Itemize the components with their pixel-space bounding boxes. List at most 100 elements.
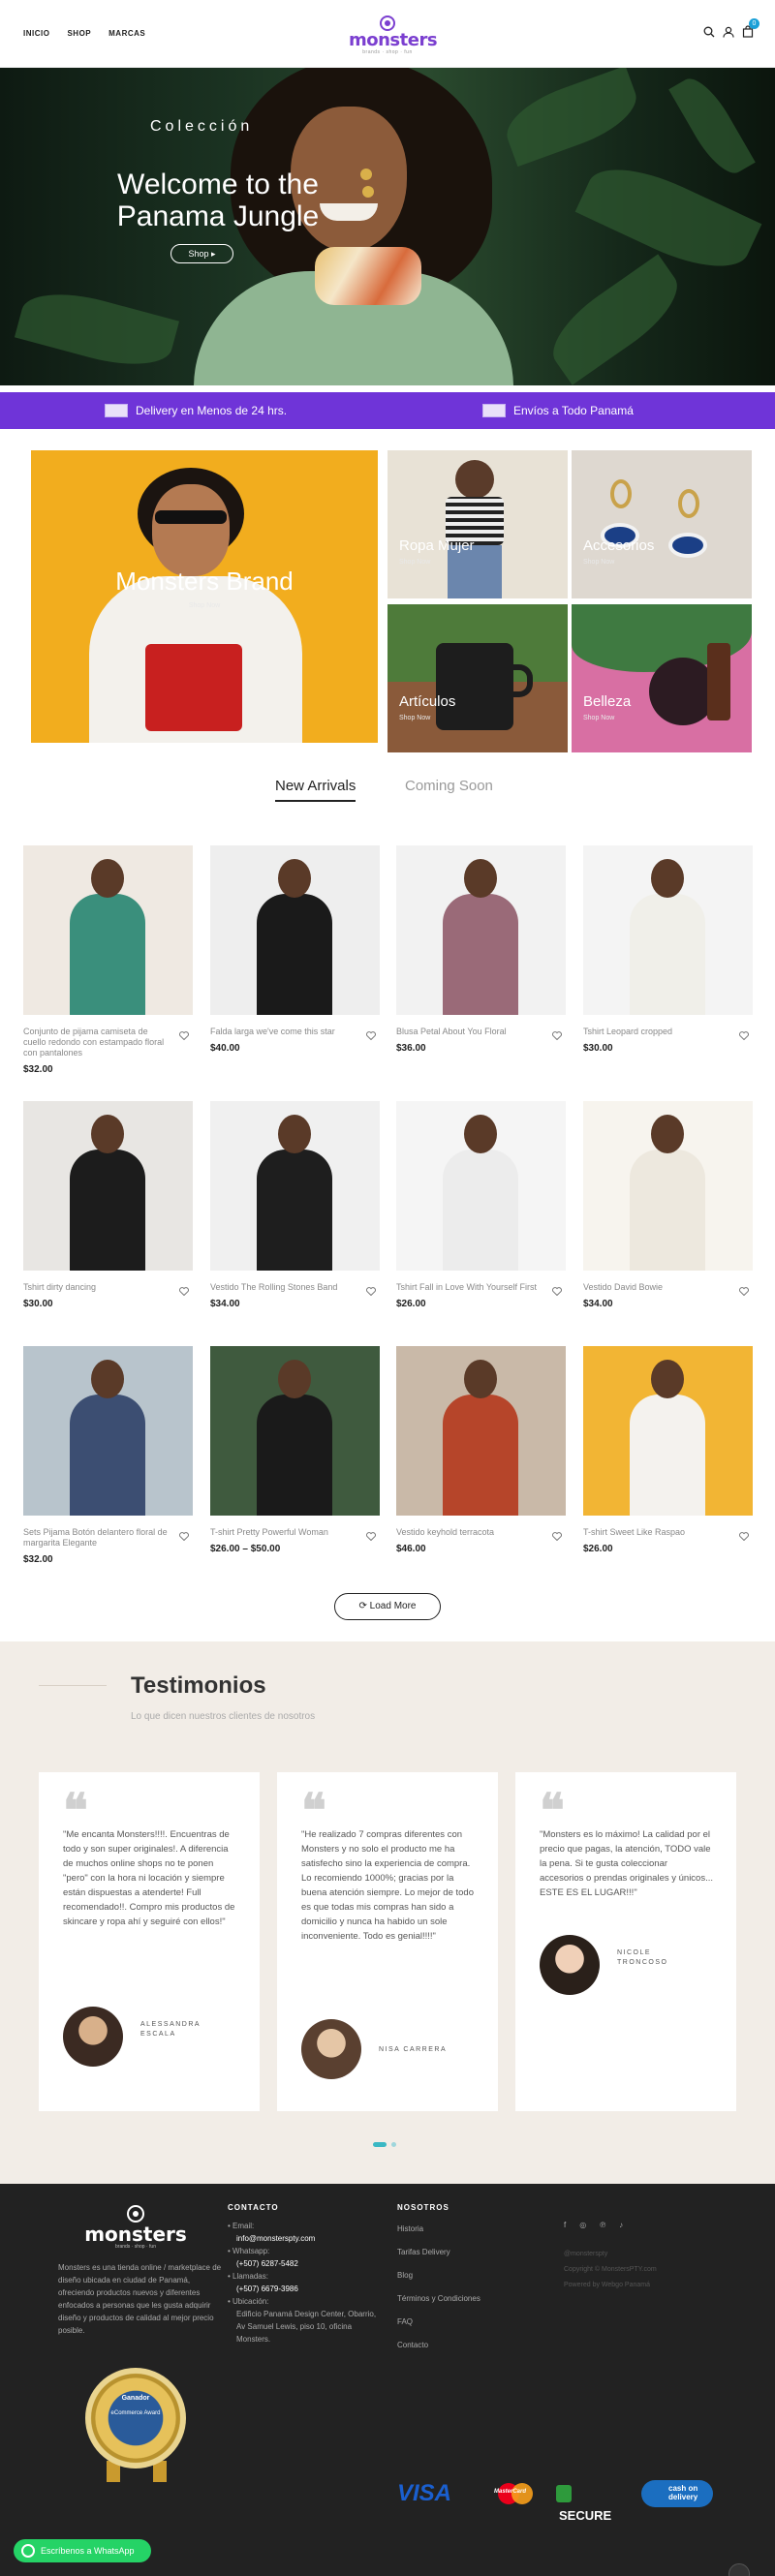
- footer-link-contacto[interactable]: Contacto: [397, 2341, 480, 2364]
- avatar: [540, 1935, 600, 1995]
- carousel-dot[interactable]: [391, 2142, 396, 2147]
- shipping-icon: [482, 404, 506, 417]
- category-accesorios[interactable]: Accesorios Shop Now: [572, 450, 752, 598]
- shipping-banner: Delivery en Menos de 24 hrs. Envíos a To…: [0, 392, 775, 429]
- wishlist-heart-icon[interactable]: [366, 1283, 376, 1301]
- shipping-text: Envíos a Todo Panamá: [513, 404, 634, 417]
- seal-title: Ganador: [121, 2395, 150, 2402]
- product-image[interactable]: [396, 1346, 566, 1516]
- wishlist-heart-icon[interactable]: [552, 1528, 562, 1546]
- account-icon[interactable]: [723, 26, 734, 38]
- footer-link-tarifas[interactable]: Tarifas Delivery: [397, 2248, 480, 2271]
- testimonial-text: "Monsters es lo máximo! La calidad por e…: [540, 1829, 714, 1898]
- product-name[interactable]: Blusa Petal About You Floral: [396, 1027, 542, 1037]
- seal-subtitle: eCommerce Award: [110, 2410, 161, 2416]
- wishlist-heart-icon[interactable]: [552, 1283, 562, 1301]
- product-image[interactable]: [210, 1346, 380, 1516]
- product-name[interactable]: Tshirt Fall in Love With Yourself First: [396, 1282, 542, 1293]
- product-name[interactable]: Vestido keyhold terracota: [396, 1527, 542, 1538]
- footer-link-blog[interactable]: Blog: [397, 2271, 480, 2294]
- wishlist-heart-icon[interactable]: [739, 1283, 749, 1301]
- carousel-dot-active[interactable]: [373, 2142, 387, 2147]
- site-logo[interactable]: monsters brands · shop · fun: [349, 15, 438, 55]
- hero-shop-button[interactable]: Shop ▸: [170, 244, 233, 263]
- nav-marcas[interactable]: MARCAS: [108, 29, 145, 38]
- product-name[interactable]: Vestido David Bowie: [583, 1282, 728, 1293]
- product-image[interactable]: [396, 845, 566, 1015]
- product-image[interactable]: [210, 845, 380, 1015]
- footer-link-terminos[interactable]: Términos y Condiciones: [397, 2294, 480, 2317]
- product-image[interactable]: [583, 1101, 753, 1271]
- product-card[interactable]: Tshirt Fall in Love With Yourself First $…: [396, 1101, 566, 1309]
- product-card[interactable]: Falda larga we've come this star $40.00: [210, 845, 380, 1054]
- tiktok-icon[interactable]: ♪: [619, 2221, 623, 2229]
- product-name[interactable]: Sets Pijama Botón delantero floral de ma…: [23, 1527, 169, 1549]
- footer-link-historia[interactable]: Historia: [397, 2224, 480, 2248]
- product-name[interactable]: T-shirt Sweet Like Raspao: [583, 1527, 728, 1538]
- wishlist-heart-icon[interactable]: [179, 1283, 189, 1301]
- product-name[interactable]: Conjunto de pijama camiseta de cuello re…: [23, 1027, 169, 1058]
- search-icon[interactable]: [703, 26, 715, 38]
- site-footer: monsters brands · shop · fun Monsters es…: [0, 2184, 775, 2576]
- load-more-button[interactable]: ⟳ Load More: [334, 1593, 441, 1620]
- carousel-dots: [373, 2142, 396, 2147]
- contact-key: Llamadas:: [232, 2272, 268, 2281]
- product-name[interactable]: Vestido The Rolling Stones Band: [210, 1282, 356, 1293]
- category-belleza[interactable]: Belleza Shop Now: [572, 604, 752, 752]
- secure-icon: SECURE: [556, 2480, 630, 2523]
- nav-shop[interactable]: SHOP: [67, 29, 91, 38]
- product-card[interactable]: T-shirt Sweet Like Raspao $26.00: [583, 1346, 753, 1554]
- nav-inicio[interactable]: INICIO: [23, 29, 49, 38]
- product-price: $26.00 – $50.00: [210, 1544, 281, 1554]
- product-name[interactable]: Tshirt dirty dancing: [23, 1282, 169, 1293]
- address-text: Edificio Panamá Design Center, Obarrio, …: [236, 2310, 377, 2344]
- wishlist-heart-icon[interactable]: [366, 1528, 376, 1546]
- pinterest-icon[interactable]: ℗: [600, 2221, 605, 2229]
- powered-by[interactable]: Powered by Webgo Panamá: [564, 2278, 657, 2293]
- tab-coming-soon[interactable]: Coming Soon: [405, 778, 493, 794]
- product-image[interactable]: [396, 1101, 566, 1271]
- phone-link[interactable]: (+507) 6679-3986: [236, 2285, 298, 2293]
- product-card[interactable]: Sets Pijama Botón delantero floral de ma…: [23, 1346, 193, 1565]
- whatsapp-link[interactable]: (+507) 6287-5482: [236, 2259, 298, 2268]
- product-card[interactable]: Vestido keyhold terracota $46.00: [396, 1346, 566, 1554]
- contact-key: Ubicación:: [232, 2297, 269, 2306]
- wishlist-heart-icon[interactable]: [179, 1027, 189, 1045]
- product-image[interactable]: [583, 845, 753, 1015]
- product-name[interactable]: Tshirt Leopard cropped: [583, 1027, 728, 1037]
- product-card[interactable]: Blusa Petal About You Floral $36.00: [396, 845, 566, 1054]
- product-price: $36.00: [396, 1043, 426, 1054]
- product-card[interactable]: T-shirt Pretty Powerful Woman $26.00 – $5…: [210, 1346, 380, 1554]
- product-name[interactable]: Falda larga we've come this star: [210, 1027, 356, 1037]
- wishlist-heart-icon[interactable]: [366, 1027, 376, 1045]
- product-card[interactable]: Vestido The Rolling Stones Band $34.00: [210, 1101, 380, 1309]
- product-card[interactable]: Tshirt Leopard cropped $30.00: [583, 845, 753, 1054]
- category-label: Artículos: [399, 693, 456, 710]
- hero-title: Welcome to the Panama Jungle: [116, 169, 320, 232]
- wishlist-heart-icon[interactable]: [739, 1528, 749, 1546]
- instagram-icon[interactable]: ◎: [579, 2221, 586, 2229]
- product-name[interactable]: T-shirt Pretty Powerful Woman: [210, 1527, 356, 1538]
- product-card[interactable]: Tshirt dirty dancing $30.00: [23, 1101, 193, 1309]
- wishlist-heart-icon[interactable]: [552, 1027, 562, 1045]
- facebook-icon[interactable]: f: [564, 2221, 566, 2229]
- category-ropa-mujer[interactable]: Ropa Mujer Shop Now: [388, 450, 568, 598]
- product-image[interactable]: [210, 1101, 380, 1271]
- whatsapp-button[interactable]: Escríbenos a WhatsApp: [14, 2539, 151, 2562]
- product-image[interactable]: [583, 1346, 753, 1516]
- email-link[interactable]: info@monsterspty.com: [236, 2234, 315, 2243]
- tab-new-arrivals[interactable]: New Arrivals: [275, 778, 356, 802]
- category-monsters-brand[interactable]: Monsters Brand Shop Now: [31, 450, 378, 743]
- category-articulos[interactable]: Artículos Shop Now: [388, 604, 568, 752]
- product-card[interactable]: Conjunto de pijama camiseta de cuello re…: [23, 845, 193, 1075]
- product-image[interactable]: [23, 1101, 193, 1271]
- footer-logo[interactable]: monsters brands · shop · fun: [78, 2205, 194, 2250]
- wishlist-heart-icon[interactable]: [179, 1528, 189, 1546]
- cart-icon[interactable]: 0: [742, 18, 760, 38]
- product-image[interactable]: [23, 845, 193, 1015]
- cod-label: cash on delivery: [668, 2484, 698, 2501]
- footer-link-faq[interactable]: FAQ: [397, 2317, 480, 2341]
- wishlist-heart-icon[interactable]: [739, 1027, 749, 1045]
- product-card[interactable]: Vestido David Bowie $34.00: [583, 1101, 753, 1309]
- product-image[interactable]: [23, 1346, 193, 1516]
